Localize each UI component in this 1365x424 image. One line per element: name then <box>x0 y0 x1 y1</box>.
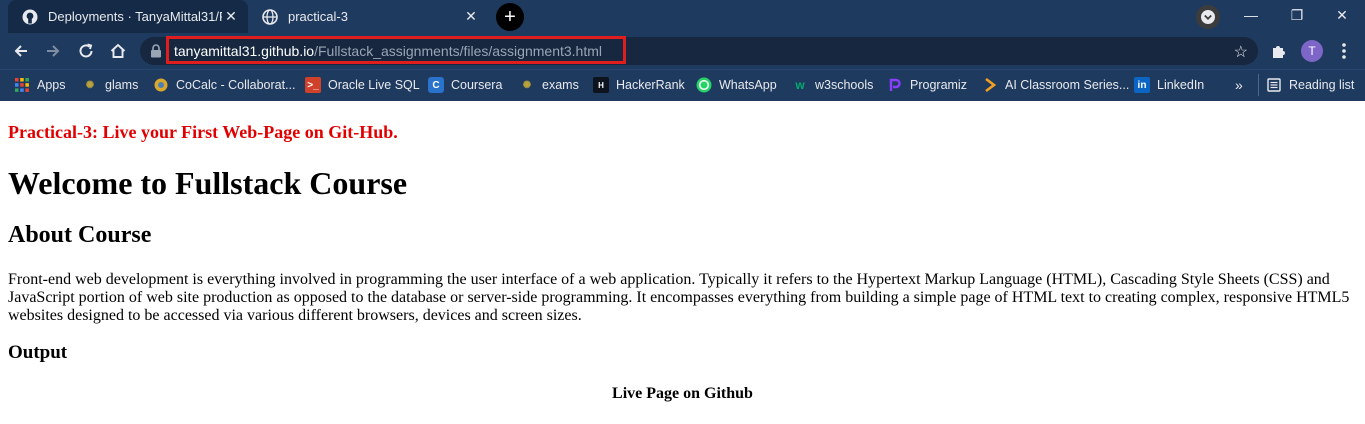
reading-list-label: Reading list <box>1289 78 1355 92</box>
ai-classroom-icon <box>982 77 998 93</box>
back-button[interactable] <box>7 37 35 65</box>
home-button[interactable] <box>104 37 132 65</box>
window-close-button[interactable]: ✕ <box>1319 0 1365 30</box>
globe-icon <box>262 8 278 25</box>
tab-title: Deployments · TanyaMittal31/Ful <box>48 9 222 24</box>
restore-button[interactable]: ❐ <box>1274 0 1320 30</box>
bookmark-star-icon[interactable]: ☆ <box>1234 42 1248 62</box>
whatsapp-icon <box>696 77 712 93</box>
practical-heading: Practical-3: Live your First Web-Page on… <box>8 122 398 142</box>
chevron-down-icon <box>1201 10 1215 24</box>
bookmark-w3schools[interactable]: w w3schools <box>792 76 873 94</box>
bookmark-linkedin[interactable]: in LinkedIn <box>1134 76 1204 94</box>
bookmark-whatsapp[interactable]: WhatsApp <box>696 76 777 94</box>
tab-close-icon[interactable]: ✕ <box>222 8 240 26</box>
output-caption: Live Page on Github <box>612 385 753 402</box>
arrow-right-icon <box>47 45 60 57</box>
bookmark-hackerrank[interactable]: H HackerRank <box>593 76 685 94</box>
tab-close-icon[interactable]: ✕ <box>462 8 480 26</box>
reload-icon <box>79 43 93 58</box>
bookmark-glams[interactable]: ✺ glams <box>82 76 139 94</box>
bookmark-label: LinkedIn <box>1157 78 1205 92</box>
lock-icon <box>150 44 162 63</box>
coursera-icon: C <box>428 77 444 93</box>
github-icon <box>22 9 38 25</box>
bookmark-apps[interactable]: Apps <box>14 76 66 94</box>
apps-grid-icon <box>14 77 30 93</box>
bookmark-exams[interactable]: ✺ exams <box>519 76 579 94</box>
bookmark-coursera[interactable]: C Coursera <box>428 76 502 94</box>
programiz-icon <box>887 77 903 93</box>
exams-icon: ✺ <box>522 79 532 91</box>
linkedin-icon: in <box>1134 77 1150 93</box>
bookmark-label: CoCalc - Collaborat... <box>176 78 296 92</box>
bookmark-label: exams <box>542 78 579 92</box>
kebab-menu-icon <box>1342 43 1346 59</box>
bookmarks-bar: Apps ✺ glams CoCalc - Collaborat... >_ O… <box>0 69 1365 101</box>
reading-list-button[interactable]: Reading list <box>1266 76 1354 94</box>
bookmark-label: Programiz <box>910 78 967 92</box>
bookmark-label: AI Classroom Series... <box>1005 78 1130 92</box>
forward-button[interactable] <box>39 37 67 65</box>
bookmark-programiz[interactable]: Programiz <box>887 76 967 94</box>
reading-list-icon <box>1266 77 1282 93</box>
minimize-button[interactable]: — <box>1228 0 1274 30</box>
browser-chrome: Deployments · TanyaMittal31/Ful ✕ practi… <box>0 0 1365 101</box>
w3schools-icon: w <box>795 78 805 92</box>
bookmark-label: glams <box>105 78 139 92</box>
bookmark-cocalc[interactable]: CoCalc - Collaborat... <box>153 76 296 94</box>
tab-practical-3[interactable]: practical-3 ✕ <box>248 0 488 33</box>
bookmark-label: Coursera <box>451 78 503 92</box>
bookmark-label: WhatsApp <box>719 78 777 92</box>
extensions-button[interactable] <box>1265 37 1293 65</box>
bookmarks-overflow-button[interactable]: » <box>1235 76 1243 94</box>
bookmark-label: w3schools <box>815 78 874 92</box>
puzzle-icon <box>1273 46 1285 58</box>
bookmark-label: Oracle Live SQL <box>328 78 420 92</box>
tab-deployments[interactable]: Deployments · TanyaMittal31/Ful ✕ <box>8 0 248 33</box>
glams-icon: ✺ <box>85 79 95 91</box>
tab-title: practical-3 <box>288 9 348 24</box>
page-content: Practical-3: Live your First Web-Page on… <box>0 101 1365 424</box>
reload-button[interactable] <box>72 37 100 65</box>
toolbar: tanyamittal31.github.io/Fullstack_assign… <box>0 33 1365 69</box>
hackerrank-icon: H <box>593 77 609 93</box>
home-icon <box>110 43 126 58</box>
arrow-left-icon <box>14 45 27 57</box>
url-highlight-annotation <box>166 36 626 64</box>
bookmark-oracle-live-sql[interactable]: >_ Oracle Live SQL <box>305 76 420 94</box>
new-tab-button[interactable]: + <box>496 3 524 31</box>
bookmark-label: HackerRank <box>616 78 685 92</box>
bookmarks-divider <box>1258 74 1259 96</box>
tab-strip: Deployments · TanyaMittal31/Ful ✕ practi… <box>0 0 1365 33</box>
tab-search-button[interactable] <box>1196 5 1220 29</box>
address-bar[interactable]: tanyamittal31.github.io/Fullstack_assign… <box>140 36 1258 65</box>
cocalc-icon <box>153 77 169 93</box>
profile-avatar[interactable]: T <box>1301 40 1323 62</box>
bookmark-ai-classroom[interactable]: AI Classroom Series... <box>982 76 1129 94</box>
about-heading: About Course <box>8 222 152 248</box>
menu-button[interactable] <box>1330 37 1358 65</box>
about-paragraph: Front-end web development is everything … <box>8 271 1350 324</box>
bookmark-label: Apps <box>37 78 66 92</box>
output-heading: Output <box>8 342 68 363</box>
main-heading: Welcome to Fullstack Course <box>8 165 408 201</box>
oracle-icon: >_ <box>305 77 321 93</box>
